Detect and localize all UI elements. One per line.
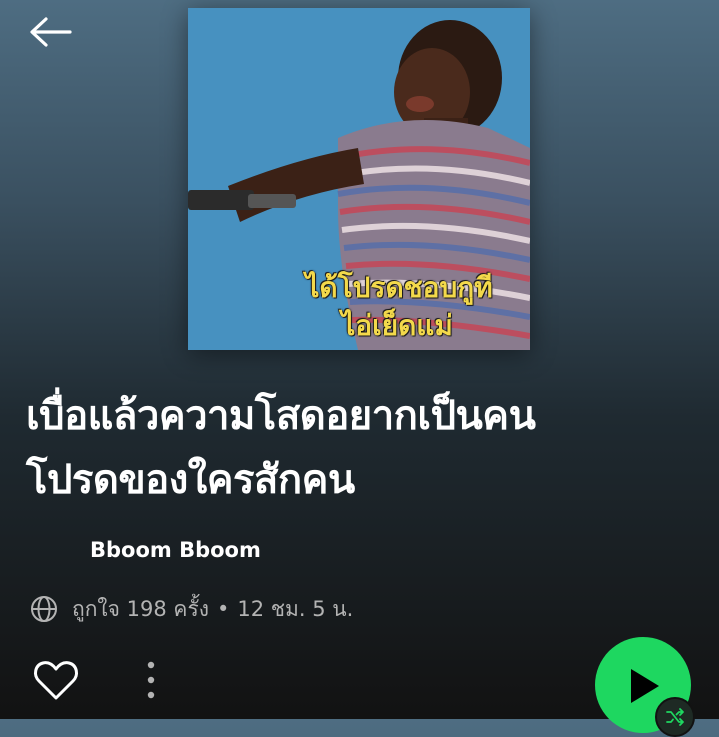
more-options-button[interactable] — [136, 658, 166, 704]
playlist-owner[interactable]: Bboom Bboom — [90, 538, 261, 562]
shuffle-icon — [666, 708, 684, 726]
like-button[interactable] — [32, 658, 80, 704]
meta-separator: • — [217, 597, 230, 621]
heart-outline-icon — [34, 661, 78, 700]
play-icon — [631, 669, 659, 703]
likes-count: ถูกใจ 198 ครั้ง — [72, 596, 210, 621]
playlist-title-line-1: เบื่อแล้วความโสดอยากเป็นคน — [26, 393, 536, 439]
playlist-duration: 12 ชม. 5 น. — [237, 596, 354, 621]
playlist-cover-image: ได้โปรดชอบกูที ไอ่เย็ดแม่ — [188, 8, 530, 350]
more-vertical-icon — [147, 661, 155, 699]
cover-caption-line-2: ไอ่เย็ดแม่ — [341, 309, 453, 342]
playlist-title-line-2: โปรดของใครสักคน — [26, 457, 355, 503]
shuffle-button[interactable] — [655, 697, 695, 737]
globe-icon — [31, 596, 57, 622]
playlist-meta: ถูกใจ 198 ครั้ง • 12 ชม. 5 น. — [30, 594, 353, 624]
back-button[interactable] — [26, 14, 76, 54]
cover-caption-line-1: ได้โปรดชอบกูที — [305, 271, 493, 304]
playlist-title: เบื่อแล้วความโสดอยากเป็นคน โปรดของใครสัก… — [26, 384, 706, 512]
arrow-left-icon — [30, 17, 72, 47]
